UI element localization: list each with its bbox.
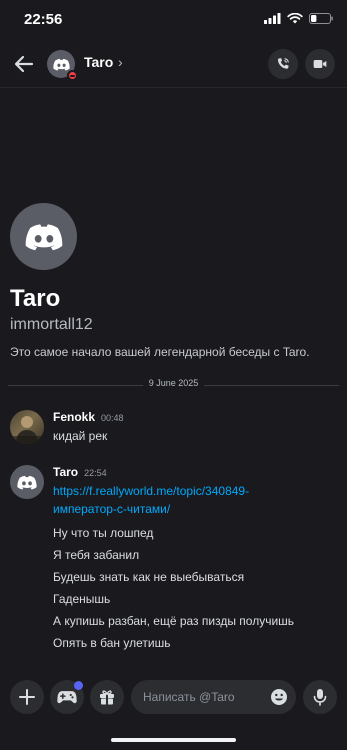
voice-message-button[interactable]	[303, 680, 337, 714]
emoji-icon	[271, 689, 287, 705]
back-button[interactable]	[12, 52, 36, 76]
gift-button[interactable]	[90, 680, 124, 714]
message-group[interactable]: Taro 22:54 https://f.reallyworld.me/topi…	[10, 465, 340, 655]
status-bar: 22:56	[0, 0, 347, 40]
video-camera-icon	[313, 60, 327, 68]
message-link[interactable]: https://f.reallyworld.me/topic/340849- и…	[53, 482, 339, 518]
chevron-right-icon[interactable]: ›	[118, 54, 123, 70]
battery-icon	[309, 13, 333, 24]
message-header: Fenokk 00:48	[53, 410, 124, 424]
discord-logo-icon	[25, 223, 62, 250]
emoji-button[interactable]	[270, 688, 288, 706]
message-timestamp: 22:54	[84, 468, 107, 478]
avatar[interactable]	[10, 465, 44, 499]
profile-username: immortall12	[10, 316, 93, 333]
header-title[interactable]: Taro	[84, 54, 113, 70]
conversation-start-text: Это самое начало вашей легендарной бесед…	[10, 345, 310, 359]
message-header: Taro 22:54	[53, 465, 107, 479]
microphone-icon	[313, 689, 327, 706]
activities-button[interactable]	[50, 680, 84, 714]
status-time: 22:56	[24, 11, 63, 28]
message-composer	[0, 675, 347, 720]
video-call-button[interactable]	[305, 49, 335, 79]
message-link-line: https://f.reallyworld.me/topic/340849-	[53, 484, 250, 498]
message-text: Будешь знать как не выебываться	[53, 570, 245, 584]
avatar[interactable]	[10, 410, 44, 444]
message-content: кидай рек	[53, 427, 339, 445]
discord-logo-icon	[52, 58, 70, 70]
message-timestamp: 00:48	[101, 413, 124, 423]
wifi-icon	[287, 13, 303, 24]
conversation-header: Taro ›	[0, 40, 347, 88]
gift-icon	[100, 690, 114, 705]
message-author[interactable]: Fenokk	[53, 410, 95, 424]
message-text: Гаденышь	[53, 592, 111, 606]
date-divider-label: 9 June 2025	[142, 378, 205, 388]
message-text: кидай рек	[53, 429, 108, 443]
user-photo-icon	[10, 416, 44, 444]
message-text: Я тебя забанил	[53, 548, 140, 562]
arrow-left-icon	[14, 55, 34, 73]
message-text: А купишь разбан, ещё раз пизды получишь	[53, 614, 295, 628]
header-avatar[interactable]	[47, 50, 78, 81]
dnd-status-icon	[67, 70, 78, 81]
signal-icon	[264, 13, 281, 24]
message-group[interactable]: Fenokk 00:48 кидай рек	[10, 410, 340, 448]
profile-avatar[interactable]	[10, 203, 77, 270]
profile-display-name: Taro	[10, 285, 61, 312]
message-link-line: император-с-читами/	[53, 502, 171, 516]
gamepad-icon	[57, 691, 77, 704]
home-indicator	[111, 738, 236, 742]
voice-call-button[interactable]	[268, 49, 298, 79]
message-content: https://f.reallyworld.me/topic/340849- и…	[53, 482, 339, 656]
phone-icon	[277, 58, 289, 69]
add-attachment-button[interactable]	[10, 680, 44, 714]
notification-dot-icon	[74, 681, 83, 690]
message-author[interactable]: Taro	[53, 465, 78, 479]
message-text: Опять в бан улетишь	[53, 636, 171, 650]
discord-logo-icon	[17, 475, 37, 489]
status-icons	[264, 13, 333, 24]
plus-icon	[19, 689, 35, 705]
date-divider: 9 June 2025	[8, 378, 339, 388]
message-text: Ну что ты лошпед	[53, 526, 154, 540]
